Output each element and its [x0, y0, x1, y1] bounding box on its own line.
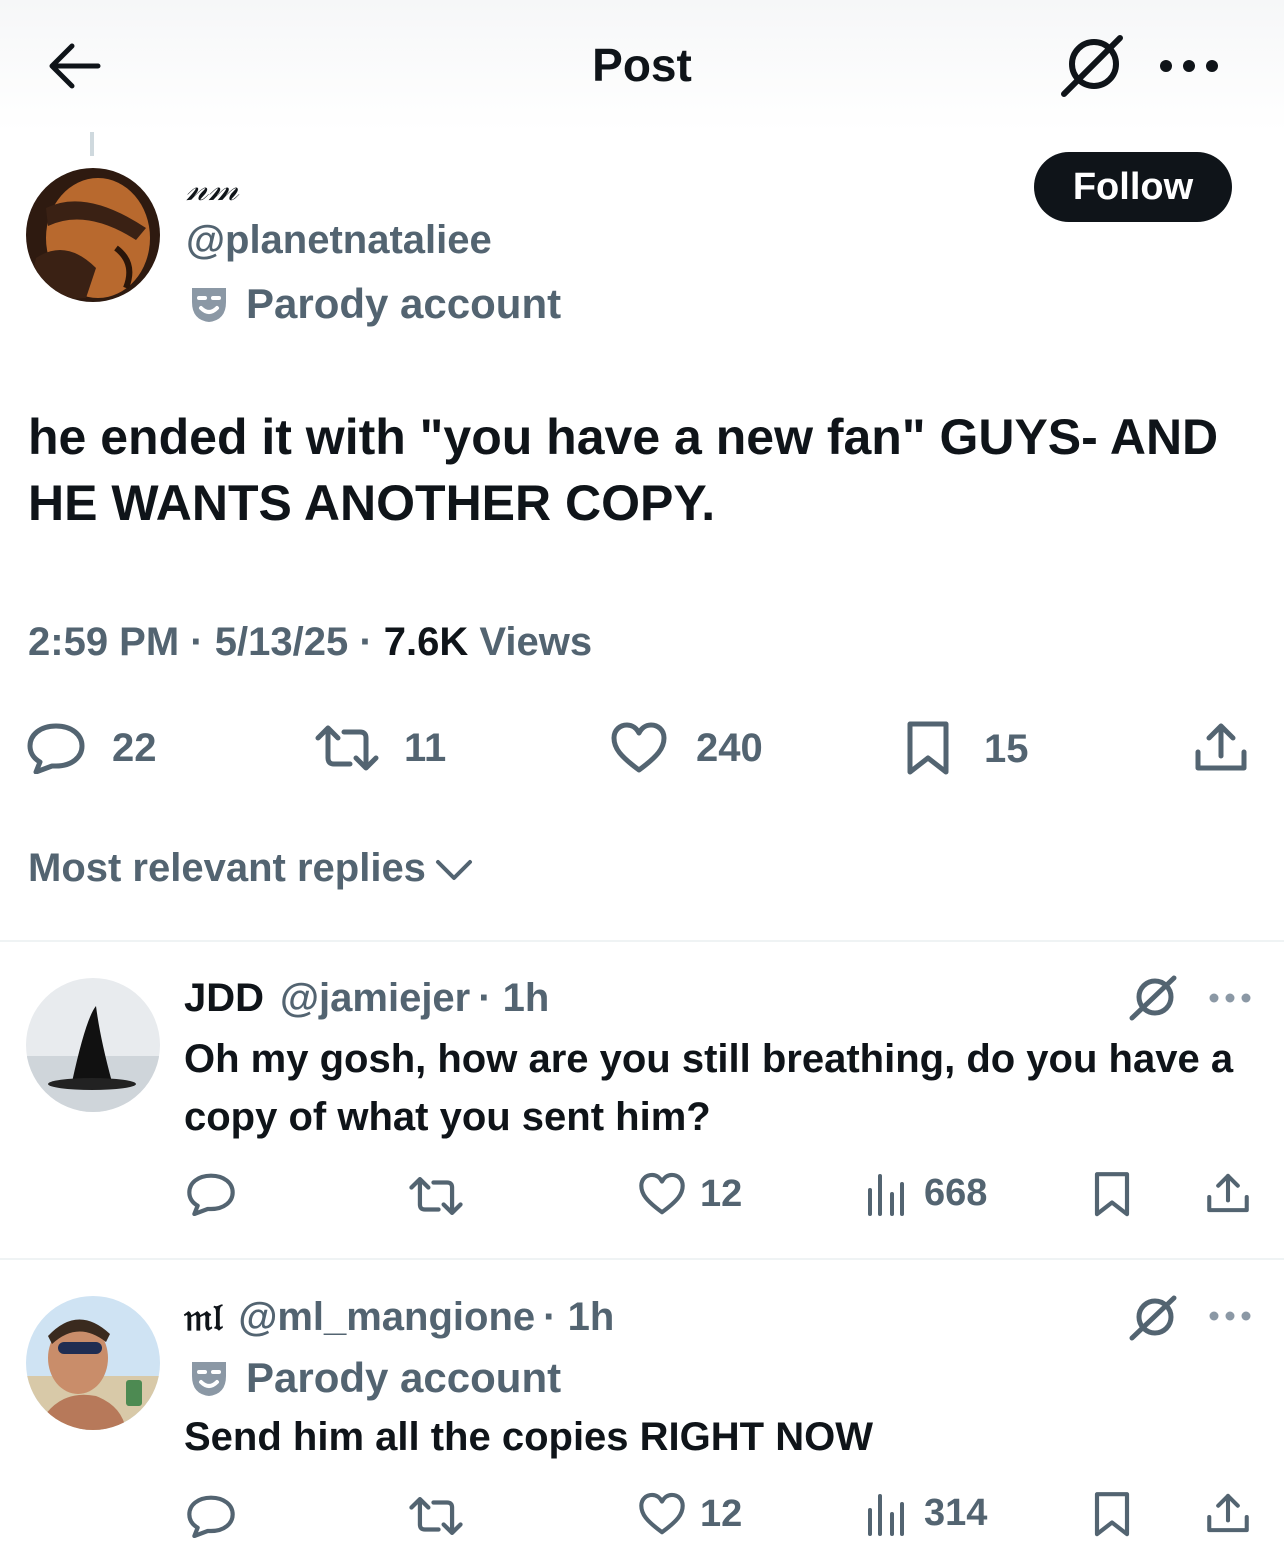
share-icon[interactable] [1206, 1490, 1250, 1536]
avatar[interactable] [26, 1296, 160, 1430]
replies-sort-dropdown[interactable]: Most relevant replies [28, 846, 474, 891]
share-icon[interactable] [1206, 1170, 1250, 1216]
divider [0, 940, 1284, 942]
reply-button[interactable]: 22 [26, 722, 157, 774]
grok-icon[interactable] [1128, 1294, 1178, 1342]
views-chart-icon [868, 1494, 904, 1536]
reply-author-handle[interactable]: @jamiejer [280, 976, 470, 1021]
bookmark-icon[interactable] [1092, 1490, 1132, 1540]
heart-icon [639, 1172, 685, 1215]
reply-header: JDD @jamiejer · 1h [184, 976, 549, 1021]
thread-line [90, 132, 94, 156]
grok-icon[interactable] [1058, 34, 1124, 98]
reply-author-name[interactable]: 𝔪𝔩 [184, 1294, 222, 1340]
avatar[interactable] [26, 978, 160, 1112]
more-horizontal-icon[interactable] [1208, 1306, 1252, 1326]
reply-author-name[interactable]: JDD [184, 976, 264, 1021]
bookmark-icon [907, 721, 949, 775]
views-button[interactable]: 314 [866, 1490, 987, 1536]
share-icon[interactable] [1194, 720, 1248, 774]
heart-icon [639, 1492, 685, 1535]
like-button[interactable]: 12 [638, 1172, 742, 1216]
replies-sort-label: Most relevant replies [28, 846, 426, 890]
bookmark-button[interactable]: 15 [904, 720, 1029, 778]
views-label: Views [479, 620, 593, 664]
views-count: 314 [924, 1491, 988, 1534]
post-meta: 2:59 PM · 5/13/25 · 7.6K Views [28, 620, 593, 664]
parody-label: Parody account [190, 280, 561, 328]
reply-text: Oh my gosh, how are you still breathing,… [184, 1037, 1234, 1139]
follow-button[interactable]: Follow [1034, 152, 1232, 222]
post-time[interactable]: 2:59 PM [28, 620, 179, 664]
reply-icon [27, 723, 85, 774]
reply-icon[interactable] [186, 1494, 236, 1538]
top-bar: Post [0, 0, 1284, 132]
parody-label: Parody account [190, 1354, 561, 1402]
views-count: 668 [924, 1171, 988, 1214]
reply-author-handle[interactable]: @ml_mangione [238, 1295, 535, 1340]
post-handle[interactable]: @planetnataliee [186, 218, 492, 263]
post-date[interactable]: 5/13/25 [215, 620, 348, 664]
parody-mask-icon [192, 1362, 226, 1396]
parody-label-text: Parody account [246, 280, 562, 327]
reply-text: Send him all the copies RIGHT NOW [184, 1415, 873, 1459]
post-display-name[interactable]: 𝓃𝓂 [186, 168, 239, 210]
heart-icon [611, 722, 667, 773]
reply-count: 22 [112, 725, 157, 770]
more-horizontal-icon[interactable] [1208, 988, 1252, 1008]
reply-header: 𝔪𝔩 @ml_mangione · 1h [184, 1294, 614, 1340]
reply-time: · 1h [478, 976, 550, 1020]
repost-icon[interactable] [408, 1174, 464, 1218]
like-count: 240 [696, 725, 763, 770]
like-count: 12 [700, 1172, 743, 1215]
divider [0, 1258, 1284, 1260]
post-text: he ended it with "you have a new fan" GU… [28, 409, 1219, 531]
repost-button[interactable]: 11 [314, 722, 446, 774]
like-button[interactable]: 12 [638, 1492, 742, 1536]
bookmark-icon[interactable] [1092, 1170, 1132, 1220]
chevron-down-icon [435, 859, 472, 880]
repost-icon [315, 725, 379, 771]
more-horizontal-icon[interactable] [1158, 48, 1220, 84]
reply-icon[interactable] [186, 1172, 236, 1216]
repost-count: 11 [404, 725, 447, 770]
views-chart-icon [868, 1174, 904, 1216]
like-button[interactable]: 240 [610, 722, 763, 774]
views-button[interactable]: 668 [866, 1170, 987, 1216]
repost-icon[interactable] [408, 1494, 464, 1538]
parody-mask-icon [192, 288, 226, 322]
grok-icon[interactable] [1128, 974, 1178, 1022]
parody-label-text: Parody account [246, 1354, 562, 1401]
bookmark-count: 15 [984, 726, 1029, 771]
avatar[interactable] [26, 168, 160, 302]
views-count: 7.6K [383, 620, 469, 664]
like-count: 12 [700, 1492, 743, 1535]
reply-time: · 1h [543, 1295, 615, 1339]
